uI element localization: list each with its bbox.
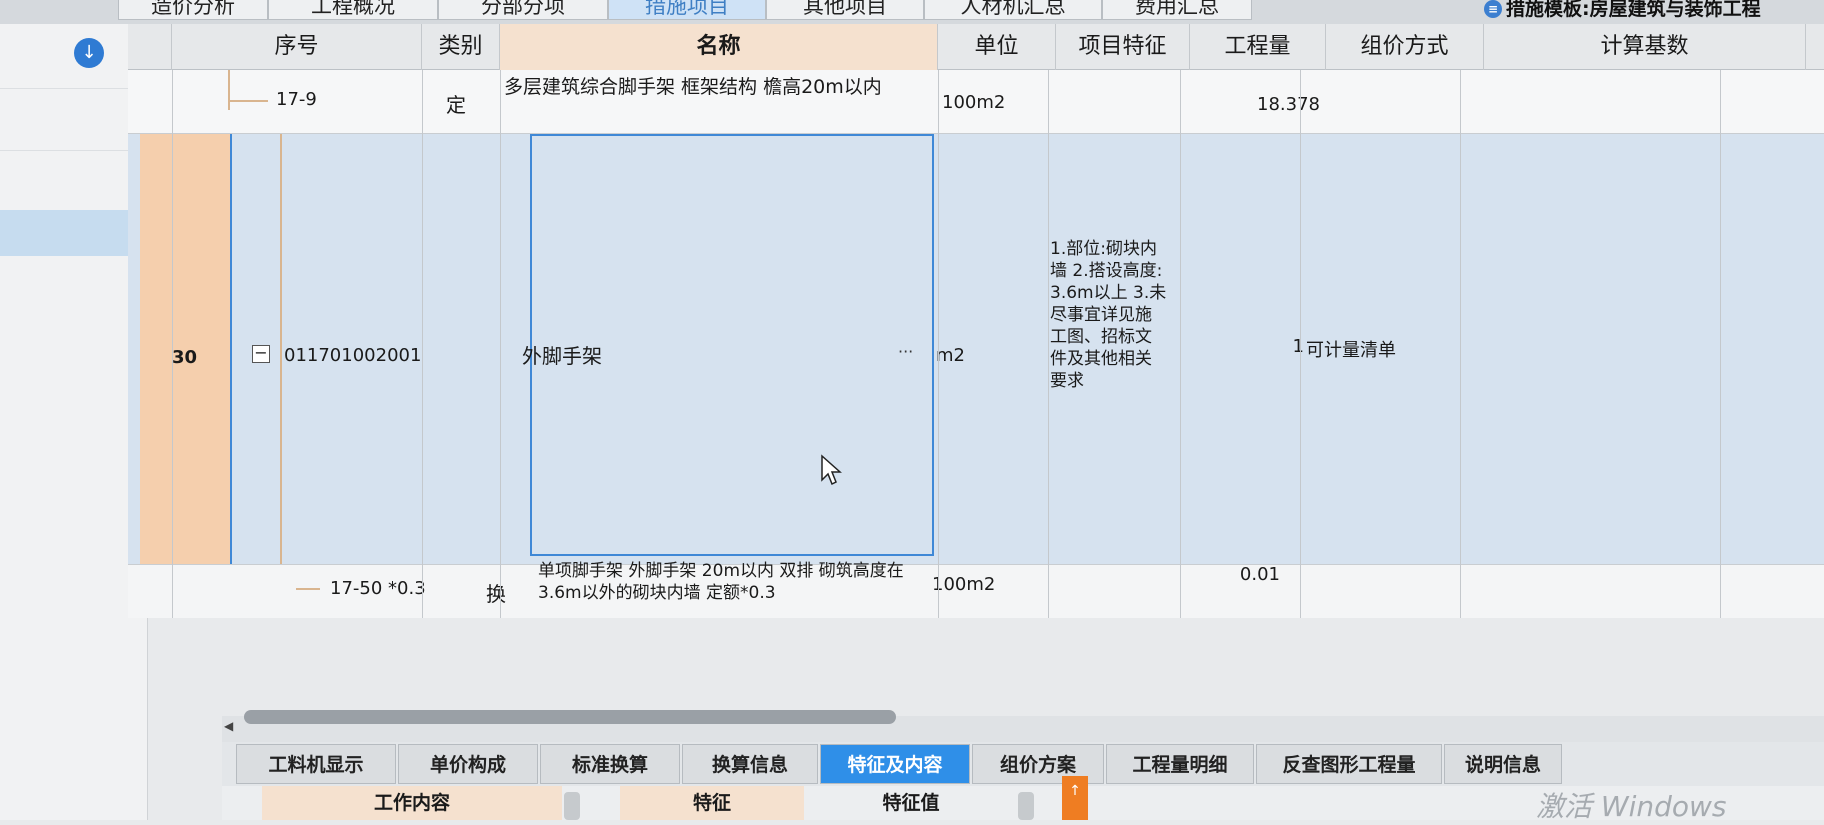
column-divider xyxy=(1300,70,1301,618)
column-divider xyxy=(172,70,173,618)
header-type[interactable]: 类别 xyxy=(422,24,500,70)
row3-name[interactable]: 单项脚手架 外脚手架 20m以内 双排 砌筑高度在3.6m以外的砌块内墙 定额*… xyxy=(538,560,930,610)
column-divider xyxy=(1048,70,1049,618)
header-index[interactable]: 序号 xyxy=(172,24,422,70)
row2-unit: m2 xyxy=(936,345,965,366)
row1-name[interactable]: 多层建筑综合脚手架 框架结构 檐高20m以内 xyxy=(504,76,924,126)
column-divider xyxy=(500,70,501,618)
column-divider xyxy=(1180,70,1181,618)
header-name[interactable]: 名称 xyxy=(500,24,938,70)
windows-activation-watermark: 激活 Windows xyxy=(1536,790,1727,823)
feature-value-header[interactable]: 特征值 xyxy=(806,786,1016,820)
row3-quantity[interactable]: 0.01 xyxy=(1200,564,1280,585)
tree-connector xyxy=(228,70,230,110)
mouse-cursor-icon xyxy=(821,454,842,486)
tab-cost-analysis[interactable]: 造价分析 xyxy=(118,0,268,20)
tree-connector xyxy=(296,588,320,590)
tab-project-overview[interactable]: 工程概况 xyxy=(268,0,438,20)
column-divider xyxy=(1720,70,1721,618)
tab-conversion-info[interactable]: 换算信息 xyxy=(682,744,818,784)
scrollbar-thumb[interactable] xyxy=(244,710,896,724)
row3-code: 17-50 *0.3 xyxy=(330,578,426,599)
row2-name[interactable]: 外脚手架 xyxy=(522,340,722,369)
document-icon: ≡ xyxy=(1484,0,1502,18)
tree-connector xyxy=(280,134,282,564)
measure-template-label[interactable]: ≡ 措施模板:房屋建筑与装饰工程 xyxy=(1484,0,1824,24)
left-divider xyxy=(0,150,146,151)
tab-measures[interactable]: 措施项目 xyxy=(608,0,766,20)
tab-sub-items[interactable]: 分部分项 xyxy=(438,0,608,20)
collapse-toggle-icon[interactable]: − xyxy=(252,345,270,363)
row1-code: 17-9 xyxy=(276,89,317,110)
row2-features[interactable]: 1.部位:砌块内墙 2.搭设高度:3.6m以上 3.未尽事宜详见施工图、招标文件… xyxy=(1050,238,1168,458)
row3-type: 换 xyxy=(486,582,506,606)
scroll-left-icon[interactable]: ◀ xyxy=(224,718,240,734)
sub-scrollbar[interactable] xyxy=(1018,792,1034,820)
tab-standard-conversion[interactable]: 标准换算 xyxy=(540,744,680,784)
left-divider xyxy=(0,88,146,89)
tree-connector xyxy=(228,100,268,102)
header-unit[interactable]: 单位 xyxy=(938,24,1056,70)
template-label-text: 措施模板:房屋建筑与装饰工程 xyxy=(1506,0,1761,20)
row1-type: 定 xyxy=(446,93,466,117)
header-pricing-method[interactable]: 组价方式 xyxy=(1326,24,1484,70)
tab-unit-price-composition[interactable]: 单价构成 xyxy=(398,744,538,784)
header-quantity[interactable]: 工程量 xyxy=(1190,24,1326,70)
tab-other-items[interactable]: 其他项目 xyxy=(766,0,924,20)
tab-labor-material-display[interactable]: 工料机显示 xyxy=(236,744,396,784)
left-navigation-panel xyxy=(0,24,148,820)
left-selected-item[interactable] xyxy=(0,210,146,256)
column-divider xyxy=(938,70,939,618)
tab-description-info[interactable]: 说明信息 xyxy=(1444,744,1562,784)
row2-pricing-method[interactable]: 可计量清单 xyxy=(1306,336,1456,362)
move-up-arrow-icon[interactable]: ↑ xyxy=(1062,776,1088,820)
row2-quantity[interactable]: 1 xyxy=(1264,336,1304,357)
row3-unit: 100m2 xyxy=(932,574,996,595)
tab-quantity-details[interactable]: 工程量明细 xyxy=(1106,744,1254,784)
tab-labor-material-summary[interactable]: 人材机汇总 xyxy=(924,0,1102,20)
tab-features-content[interactable]: 特征及内容 xyxy=(820,744,970,784)
header-calc-base[interactable]: 计算基数 xyxy=(1484,24,1806,70)
sub-scrollbar[interactable] xyxy=(564,792,580,820)
more-options-button[interactable]: ··· xyxy=(898,342,928,361)
row2-code: 011701002001 xyxy=(284,345,422,366)
row1-quantity[interactable]: 18.378 xyxy=(1200,94,1320,115)
feature-header[interactable]: 特征 xyxy=(620,786,804,820)
work-content-header[interactable]: 工作内容 xyxy=(262,786,562,820)
download-icon[interactable]: ↓ xyxy=(74,38,104,68)
tab-cost-summary[interactable]: 费用汇总 xyxy=(1102,0,1252,20)
column-divider xyxy=(422,70,423,618)
header-features[interactable]: 项目特征 xyxy=(1056,24,1190,70)
header-select[interactable] xyxy=(128,24,172,70)
tab-reverse-lookup-quantity[interactable]: 反查图形工程量 xyxy=(1256,744,1442,784)
row2-index: 30 xyxy=(172,347,198,368)
column-divider xyxy=(1460,70,1461,618)
row1-unit: 100m2 xyxy=(942,92,1006,113)
